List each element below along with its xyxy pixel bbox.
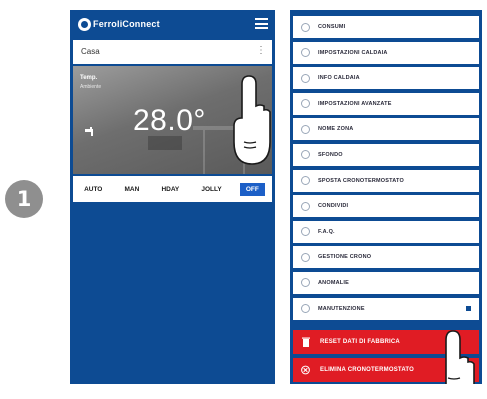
settings-screen: CONSUMI IMPOSTAZIONI CALDAIA INFO CALDAI… (290, 10, 482, 384)
brand-name: FerroliConnect (93, 19, 160, 29)
menu-item-label: IMPOSTAZIONI AVANZATE (318, 100, 392, 107)
hamburger-menu-icon[interactable] (255, 18, 268, 29)
app-header: FerroliConnect (70, 10, 275, 38)
menu-item-label: IMPOSTAZIONI CALDAIA (318, 49, 388, 56)
temperature-sublabel: Ambiente (80, 84, 102, 90)
menu-item-faq[interactable]: F.A.Q. (293, 220, 479, 243)
menu-item-label: F.A.Q. (318, 228, 335, 235)
notification-dot-icon (466, 305, 471, 311)
brand-logo: FerroliConnect (78, 17, 160, 31)
menu-item-label: MANUTENZIONE (318, 305, 365, 312)
menu-item-label: ANOMALIE (318, 279, 349, 286)
menu-circle-icon (301, 22, 310, 32)
menu-item-label: CONDIVIDI (318, 203, 349, 210)
menu-circle-icon (301, 304, 310, 314)
menu-item-consumi[interactable]: CONSUMI (293, 16, 479, 38)
step-number-badge: 1 (5, 180, 43, 218)
faucet-icon (85, 127, 93, 136)
menu-item-label: SPOSTA CRONOTERMOSTATO (318, 177, 404, 184)
menu-item-label: CONSUMI (318, 24, 346, 30)
zone-selector[interactable]: Casa ⋮ (73, 40, 272, 64)
menu-item-label: GESTIONE CRONO (318, 254, 372, 261)
menu-circle-icon (301, 48, 310, 58)
menu-item-nome-zona[interactable]: NOME ZONA (293, 118, 479, 141)
close-circle-icon (301, 365, 310, 376)
menu-circle-icon (301, 252, 310, 262)
menu-circle-icon (301, 227, 310, 237)
logo-icon (78, 17, 91, 31)
settings-menu: CONSUMI IMPOSTAZIONI CALDAIA INFO CALDAI… (293, 16, 479, 323)
menu-item-gestione-crono[interactable]: GESTIONE CRONO (293, 246, 479, 269)
mode-selector: AUTO MAN HDAY JOLLY OFF (73, 176, 272, 202)
menu-circle-icon (301, 278, 310, 288)
menu-item-info-caldaia[interactable]: INFO CALDAIA (293, 67, 479, 90)
menu-circle-icon (301, 124, 310, 134)
pointing-hand-icon (233, 75, 271, 165)
menu-item-impostazioni-caldaia[interactable]: IMPOSTAZIONI CALDAIA (293, 41, 479, 64)
menu-item-sfondo[interactable]: SFONDO (293, 143, 479, 166)
menu-item-sposta-cronotermostato[interactable]: SPOSTA CRONOTERMOSTATO (293, 169, 479, 192)
pointing-hand-icon (445, 330, 475, 384)
menu-circle-icon (301, 176, 310, 186)
menu-item-manutenzione[interactable]: MANUTENZIONE (293, 297, 479, 320)
background-decoration (148, 136, 182, 150)
kebab-icon[interactable]: ⋮ (256, 45, 266, 56)
menu-circle-icon (301, 150, 310, 160)
mode-man-button[interactable]: MAN (121, 183, 144, 196)
menu-item-label: SFONDO (318, 151, 343, 158)
menu-circle-icon (301, 73, 310, 83)
reset-factory-label: RESET DATI DI FABBRICA (320, 339, 400, 345)
menu-item-label: INFO CALDAIA (318, 75, 360, 82)
menu-circle-icon (301, 201, 310, 211)
mode-off-button[interactable]: OFF (239, 182, 265, 196)
zone-name: Casa (81, 47, 100, 56)
menu-item-anomalie[interactable]: ANOMALIE (293, 271, 479, 294)
mode-hday-button[interactable]: HDAY (157, 183, 183, 196)
trash-icon (301, 337, 310, 348)
main-screen: FerroliConnect Casa ⋮ Temp. Ambiente 28.… (70, 10, 275, 384)
menu-item-label: NOME ZONA (318, 126, 354, 133)
delete-thermostat-label: ELIMINA CRONOTERMOSTATO (320, 367, 415, 373)
temperature-label: Temp. (80, 75, 98, 81)
menu-circle-icon (301, 99, 310, 109)
mode-jolly-button[interactable]: JOLLY (197, 183, 225, 196)
temperature-value: 28.0° (133, 104, 206, 137)
menu-item-condividi[interactable]: CONDIVIDI (293, 195, 479, 218)
mode-auto-button[interactable]: AUTO (80, 183, 106, 196)
menu-item-impostazioni-avanzate[interactable]: IMPOSTAZIONI AVANZATE (293, 92, 479, 115)
